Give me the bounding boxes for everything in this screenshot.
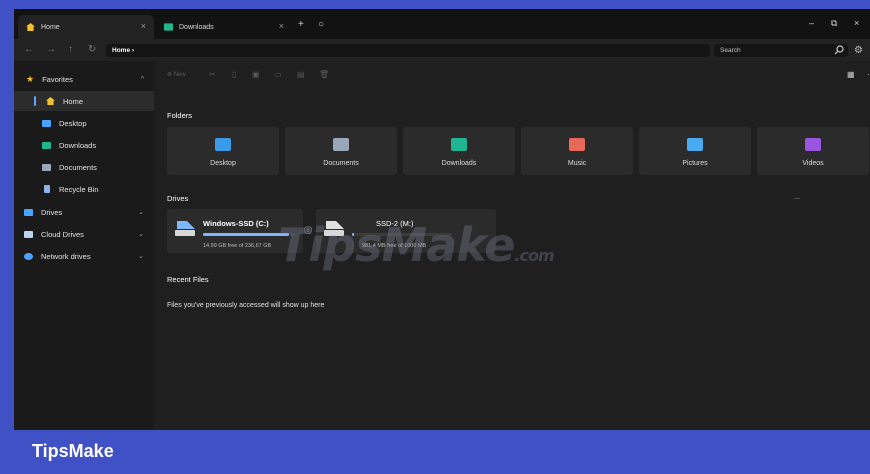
preview-pane-icon[interactable]: ▦ (847, 70, 855, 79)
up-arrow-icon[interactable]: ↑ (68, 44, 73, 55)
drives-heading: Drives (167, 194, 189, 203)
recent-files-heading: Recent Files (167, 275, 209, 284)
folder-label: Documents (323, 160, 359, 167)
hard-drive-icon (175, 221, 195, 236)
chevron-down-icon[interactable]: ⌄ (138, 208, 144, 216)
downloads-folder-icon (42, 141, 51, 149)
tab-actions-icon[interactable]: ○ (318, 19, 324, 30)
downloads-folder-icon (164, 23, 173, 31)
cloud-icon (24, 230, 33, 238)
folder-label: Videos (802, 160, 824, 167)
sidebar-item-network-drives[interactable]: Network drives ⌄ (14, 246, 154, 266)
folder-card-videos[interactable]: Videos (757, 127, 869, 175)
sidebar-item-documents[interactable]: Documents (14, 157, 154, 177)
videos-folder-icon (805, 138, 821, 151)
recent-files-empty-message: Files you've previously accessed will sh… (167, 302, 325, 309)
tab-downloads[interactable]: Downloads × (156, 15, 292, 39)
sidebar-item-label: Home (63, 96, 84, 106)
share-icon[interactable]: ▤ (297, 70, 305, 79)
sidebar-item-downloads[interactable]: Downloads (14, 135, 154, 155)
sidebar-item-favorites[interactable]: ★ Favorites ^ (14, 69, 154, 89)
new-button[interactable]: ⊕ New (167, 71, 186, 78)
tab-label: Downloads (179, 23, 214, 31)
sidebar-item-desktop[interactable]: Desktop (14, 113, 154, 133)
watermark-suffix: .com (514, 246, 554, 265)
close-icon[interactable]: × (141, 21, 146, 31)
folder-card-desktop[interactable]: Desktop (167, 127, 279, 175)
drive-free-space: 14,99 GB free of 236,67 GB (203, 243, 272, 249)
folder-card-documents[interactable]: Documents (285, 127, 397, 175)
network-icon (24, 252, 33, 260)
pictures-folder-icon (687, 138, 703, 151)
folder-card-downloads[interactable]: Downloads (403, 127, 515, 175)
chevron-down-icon[interactable]: ⌄ (138, 252, 144, 260)
sidebar-item-recycle-bin[interactable]: Recycle Bin (14, 179, 154, 199)
sidebar-item-label: Favorites (42, 74, 73, 84)
sidebar: ★ Favorites ^ Home Desktop Downloads Doc… (14, 61, 154, 430)
folders-heading: Folders (167, 111, 193, 120)
folder-card-music[interactable]: Music (521, 127, 633, 175)
folder-label: Desktop (210, 160, 236, 167)
desktop-folder-icon (42, 119, 51, 127)
search-input[interactable]: Search (714, 44, 848, 57)
folder-label: Pictures (682, 160, 708, 167)
folder-label: Downloads (441, 160, 477, 167)
close-window-button[interactable]: × (854, 18, 859, 28)
tab-label: Home (41, 23, 60, 31)
gear-icon[interactable]: ⚙ (854, 45, 863, 56)
forward-arrow-icon[interactable]: → (46, 44, 56, 55)
footer-brand: TipsMake (32, 441, 114, 461)
selection-indicator (34, 96, 36, 106)
watermark-text: TipsMake (278, 218, 515, 272)
sidebar-item-label: Downloads (59, 140, 97, 150)
refresh-icon[interactable]: ↻ (88, 44, 96, 55)
search-icon[interactable] (834, 45, 844, 55)
star-icon: ★ (26, 73, 35, 84)
chevron-down-icon[interactable]: ⌄ (138, 230, 144, 238)
new-tab-button[interactable]: + (298, 19, 304, 30)
desktop-folder-icon (215, 138, 231, 151)
documents-folder-icon (42, 163, 51, 171)
chevron-up-icon[interactable]: ^ (141, 76, 144, 83)
home-icon (26, 23, 35, 31)
music-folder-icon (569, 138, 585, 151)
sidebar-item-cloud-drives[interactable]: Cloud Drives ⌄ (14, 224, 154, 244)
path-breadcrumb[interactable]: Home › (106, 44, 710, 57)
documents-folder-icon (333, 138, 349, 151)
recycle-bin-icon (44, 185, 50, 193)
sidebar-item-label: Cloud Drives (41, 229, 84, 239)
downloads-folder-icon (451, 138, 467, 151)
drive-usage-fill (203, 233, 290, 236)
folder-label: Music (567, 160, 587, 167)
sidebar-item-label: Desktop (59, 118, 87, 128)
minimize-button[interactable]: – (809, 18, 814, 28)
paste-icon[interactable]: ▣ (252, 70, 260, 79)
watermark: TipsMake.com (278, 218, 555, 272)
cut-icon[interactable]: ✂ (209, 70, 216, 79)
home-icon (46, 97, 55, 105)
drive-icon (24, 208, 33, 216)
close-icon[interactable]: × (279, 21, 284, 31)
delete-icon[interactable]: 🗑 (319, 70, 329, 79)
tab-home[interactable]: Home × (18, 15, 154, 39)
copy-icon[interactable]: ▯ (232, 70, 236, 79)
sidebar-item-home[interactable]: Home (14, 91, 154, 111)
sidebar-item-label: Recycle Bin (59, 184, 99, 194)
rename-icon[interactable]: ▭ (274, 70, 282, 79)
sidebar-item-label: Documents (59, 162, 97, 172)
sidebar-item-label: Network drives (41, 251, 91, 261)
title-bar: Home × Downloads × + ○ – ⧉ × (14, 9, 870, 39)
restore-button[interactable]: ⧉ (831, 18, 837, 29)
address-bar: ← → ↑ ↻ Home › Search ⚙ (14, 39, 870, 61)
new-button-label: New (173, 72, 186, 78)
folder-card-pictures[interactable]: Pictures (639, 127, 751, 175)
drive-name: Windows-SSD (C:) (203, 219, 269, 228)
sidebar-item-label: Drives (41, 207, 63, 217)
sidebar-item-drives[interactable]: Drives ⌄ (14, 202, 154, 222)
drives-more-button[interactable]: ... (794, 192, 800, 201)
back-arrow-icon[interactable]: ← (24, 44, 34, 55)
